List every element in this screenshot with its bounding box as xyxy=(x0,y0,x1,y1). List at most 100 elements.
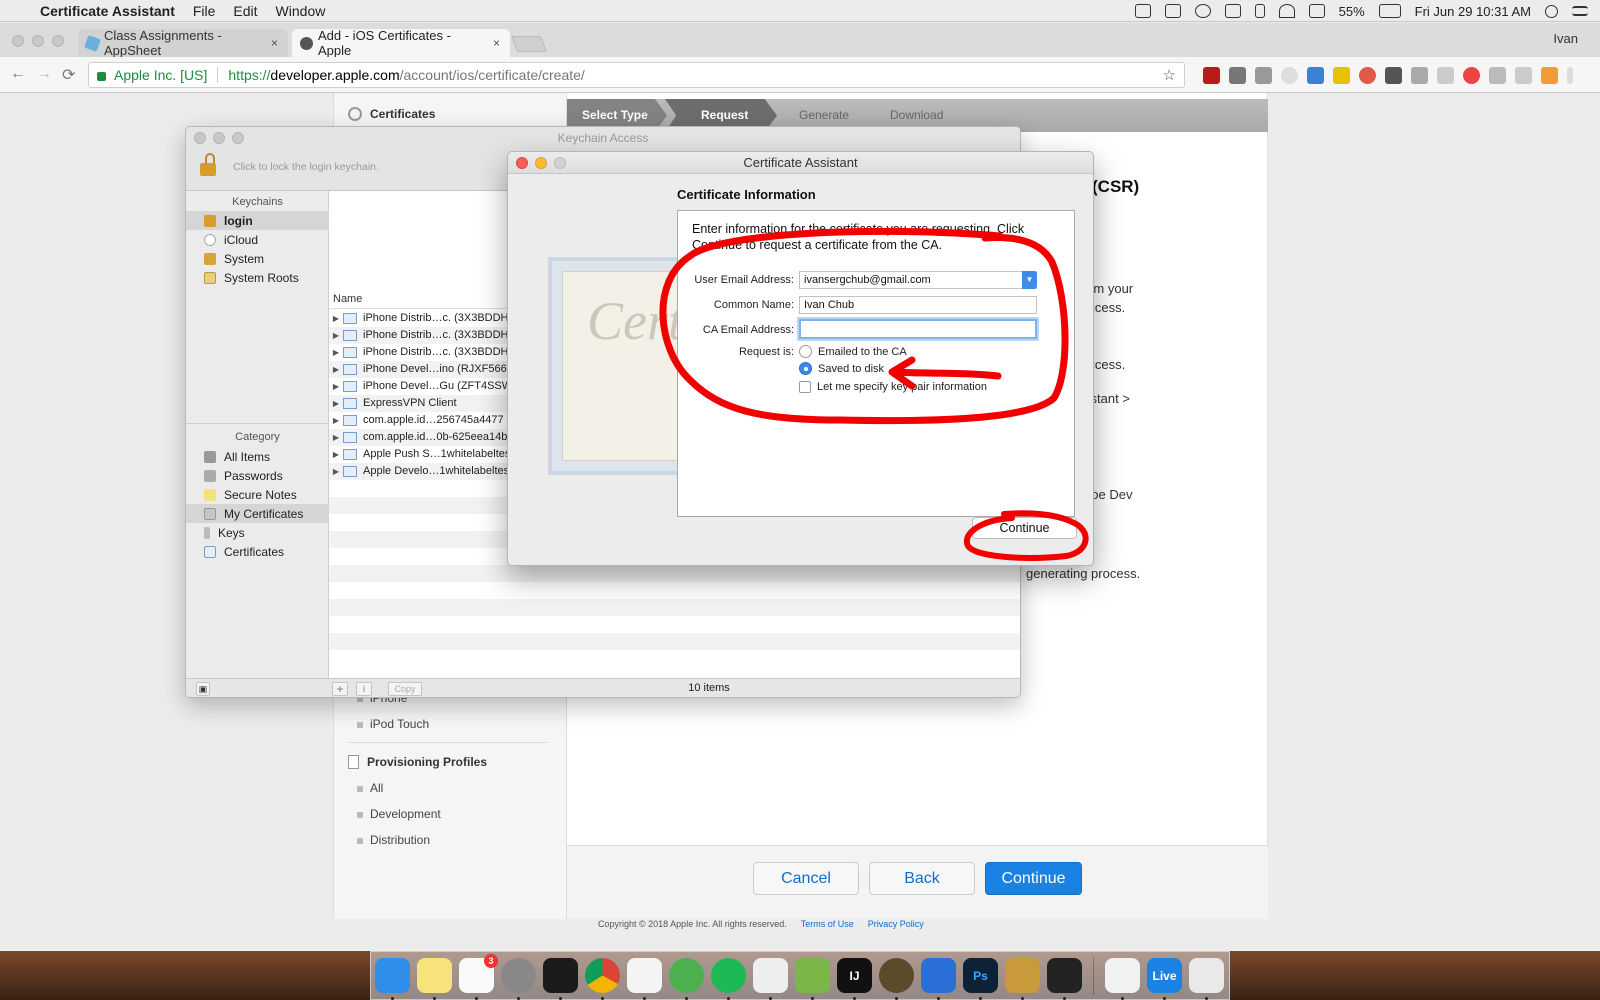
back-button[interactable]: Back xyxy=(869,862,975,895)
wifi-icon[interactable] xyxy=(1278,4,1295,18)
creative-cloud-status-icon[interactable] xyxy=(1194,4,1211,18)
tab-close-icon[interactable]: × xyxy=(271,36,278,50)
keychain-login[interactable]: login xyxy=(186,211,329,230)
chrome-menu-icon[interactable] xyxy=(1567,67,1573,84)
mail-icon[interactable] xyxy=(1255,67,1272,84)
specify-keypair-option[interactable]: Let me specify key pair information xyxy=(799,381,987,393)
category-all-items[interactable]: All Items xyxy=(186,447,329,466)
grid-icon[interactable] xyxy=(1164,4,1181,18)
disclosure-triangle-icon[interactable]: ▶ xyxy=(329,429,343,446)
sidebar-item-distribution[interactable]: Distribution xyxy=(356,833,430,847)
category-certificates[interactable]: Certificates xyxy=(186,542,329,561)
system-preferences-icon[interactable] xyxy=(501,958,536,1000)
photoshop-icon[interactable]: Ps xyxy=(963,958,998,1000)
ca-email-field[interactable] xyxy=(799,319,1037,339)
terminal-icon[interactable] xyxy=(543,958,578,1000)
battery-icon[interactable] xyxy=(1378,4,1401,18)
q-extension-icon[interactable] xyxy=(1307,67,1324,84)
category-secure-notes[interactable]: Secure Notes xyxy=(186,485,329,504)
site-identity[interactable]: Apple Inc. [US] xyxy=(114,67,207,83)
bartender-icon[interactable] xyxy=(1047,958,1082,1000)
disclosure-triangle-icon[interactable]: ▶ xyxy=(329,378,343,395)
battery-percent[interactable]: 55% xyxy=(1339,4,1365,19)
radio-button-selected[interactable] xyxy=(799,362,812,375)
window-zoom-button[interactable] xyxy=(554,157,566,169)
new-tab-button[interactable] xyxy=(511,36,547,52)
stop-extension-icon[interactable] xyxy=(1463,67,1480,84)
sidebar-item-ipod-touch[interactable]: iPod Touch xyxy=(356,717,429,731)
notes-extension-icon[interactable] xyxy=(1333,67,1350,84)
category-passwords[interactable]: Passwords xyxy=(186,466,329,485)
forward-button[interactable]: → xyxy=(36,65,52,83)
disclosure-triangle-icon[interactable]: ▶ xyxy=(329,395,343,412)
trash-icon[interactable] xyxy=(1189,958,1224,1000)
radio-button[interactable] xyxy=(799,345,812,358)
textedit-icon[interactable] xyxy=(627,958,662,1000)
continue-button[interactable]: Continue xyxy=(985,862,1082,895)
volume-icon[interactable] xyxy=(1308,4,1325,18)
profile-button[interactable]: Ivan xyxy=(1553,31,1578,46)
menu-window[interactable]: Window xyxy=(276,3,326,19)
live-icon[interactable]: Live xyxy=(1147,958,1182,1000)
category-keys[interactable]: Keys xyxy=(186,523,329,542)
notification-center-icon[interactable] xyxy=(1572,6,1588,16)
skitch-icon[interactable] xyxy=(753,958,788,1000)
clock[interactable]: Fri Jun 29 10:31 AM xyxy=(1415,4,1531,19)
continue-button[interactable]: Continue xyxy=(972,517,1077,539)
creative-cloud-icon[interactable] xyxy=(921,958,956,1000)
chat-extension-icon[interactable] xyxy=(1515,67,1532,84)
screenshot-extension-icon[interactable] xyxy=(1411,67,1428,84)
common-name-field[interactable]: Ivan Chub xyxy=(799,296,1037,314)
cancel-button[interactable]: Cancel xyxy=(753,862,859,895)
disclosure-triangle-icon[interactable]: ▶ xyxy=(329,412,343,429)
checkbox[interactable] xyxy=(799,381,811,393)
spotlight-search-icon[interactable] xyxy=(1545,4,1558,18)
keychain-system[interactable]: System xyxy=(186,249,329,268)
orange-extension-icon[interactable] xyxy=(1541,67,1558,84)
bookmark-star-icon[interactable]: ☆ xyxy=(1163,66,1176,84)
window-close-button[interactable] xyxy=(12,35,24,47)
app-name-menu[interactable]: Certificate Assistant xyxy=(40,3,175,19)
tab-close-icon[interactable]: × xyxy=(493,36,500,50)
disclosure-triangle-icon[interactable]: ▶ xyxy=(329,361,343,378)
category-my-certificates[interactable]: My Certificates xyxy=(186,504,329,523)
qr-icon[interactable] xyxy=(1385,67,1402,84)
window-minimize-button[interactable] xyxy=(32,35,44,47)
window-zoom-button[interactable] xyxy=(52,35,64,47)
secure-lock-icon[interactable] xyxy=(97,72,106,81)
honey-icon[interactable] xyxy=(1489,67,1506,84)
airplay-icon[interactable] xyxy=(1224,4,1241,18)
disclosure-triangle-icon[interactable]: ▶ xyxy=(329,463,343,480)
privacy-link[interactable]: Privacy Policy xyxy=(868,919,924,929)
keychain-icloud[interactable]: iCloud xyxy=(186,230,329,249)
bluetooth-icon[interactable] xyxy=(1254,4,1265,18)
disclosure-triangle-icon[interactable]: ▶ xyxy=(329,344,343,361)
menu-file[interactable]: File xyxy=(193,3,216,19)
finder-icon[interactable] xyxy=(375,958,410,1000)
itunes-icon[interactable] xyxy=(1105,958,1140,1000)
menu-edit[interactable]: Edit xyxy=(233,3,257,19)
reminders-icon[interactable]: 3 xyxy=(459,954,498,1000)
sidebar-item-development[interactable]: Development xyxy=(357,807,441,821)
notes-icon[interactable] xyxy=(417,958,452,1000)
window-minimize-button[interactable] xyxy=(535,157,547,169)
sidebar-certificates-heading[interactable]: Certificates xyxy=(348,107,435,121)
disclosure-triangle-icon[interactable]: ▶ xyxy=(329,446,343,463)
disclosure-triangle-icon[interactable]: ▶ xyxy=(329,310,343,327)
android-studio-icon[interactable] xyxy=(669,958,704,1000)
spotify-icon[interactable] xyxy=(711,958,746,1000)
saved-to-disk-option[interactable]: Saved to disk xyxy=(799,362,884,375)
emailed-option[interactable]: Emailed to the CA xyxy=(799,345,907,358)
tab-ios-certificates[interactable]: Add - iOS Certificates - Apple × xyxy=(292,28,510,58)
address-bar[interactable]: Apple Inc. [US] https:// developer.apple… xyxy=(88,62,1185,88)
terms-link[interactable]: Terms of Use xyxy=(801,919,854,929)
user-email-combobox[interactable]: ivansergchub@gmail.com ▼ xyxy=(799,271,1037,289)
sketch-icon[interactable] xyxy=(795,958,830,1000)
sidebar-item-all[interactable]: All xyxy=(356,781,383,795)
back-button[interactable]: ← xyxy=(10,65,26,83)
instruments-icon[interactable] xyxy=(879,958,914,1000)
reload-button[interactable]: ⟳ xyxy=(62,65,75,85)
intellij-icon[interactable]: IJ xyxy=(837,958,872,1000)
tab-class-assignments[interactable]: Class Assignments - AppSheet × xyxy=(78,28,288,58)
pocket-icon[interactable] xyxy=(1229,67,1246,84)
